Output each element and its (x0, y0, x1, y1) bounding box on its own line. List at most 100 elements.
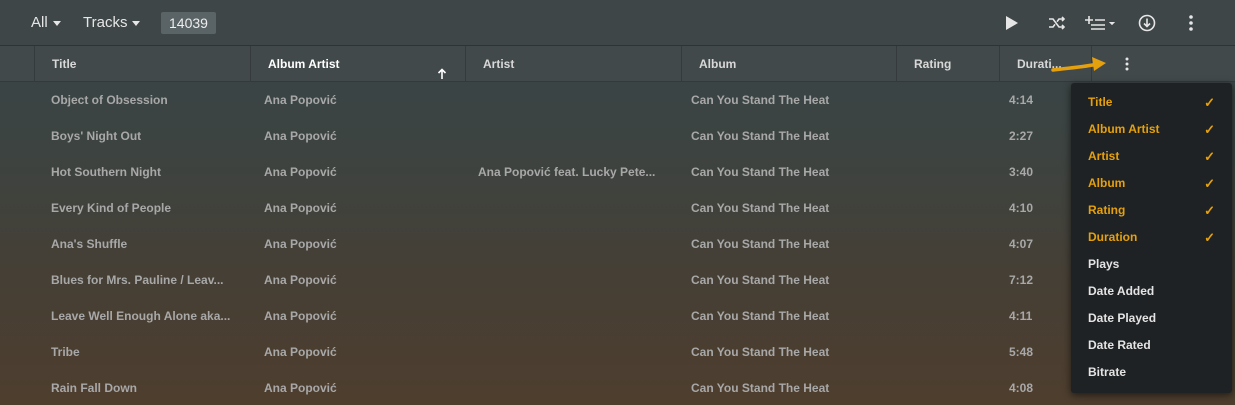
menu-item-plays[interactable]: Plays (1071, 251, 1232, 278)
annotation-arrow (1051, 57, 1106, 72)
menu-item-date-played[interactable]: Date Played (1071, 305, 1232, 332)
filter-label: All (31, 14, 48, 31)
cell-album: Can You Stand The Heat (691, 237, 830, 251)
caret-down-icon (52, 20, 61, 26)
cell-duration: 2:27 (1009, 129, 1034, 143)
menu-item-rating[interactable]: Rating ✓ (1071, 197, 1232, 224)
menu-item-label: Date Rated (1088, 338, 1151, 352)
menu-item-duration[interactable]: Duration ✓ (1071, 224, 1232, 251)
cell-album: Can You Stand The Heat (691, 129, 830, 143)
menu-item-date-rated[interactable]: Date Rated (1071, 332, 1232, 359)
column-header-label: Artist (483, 57, 515, 71)
cell-title: Rain Fall Down (51, 381, 138, 395)
menu-item-album[interactable]: Album ✓ (1071, 170, 1232, 197)
cell-title: Boys' Night Out (51, 129, 142, 143)
cell-duration: 4:10 (1009, 201, 1034, 215)
column-header-label: Title (52, 57, 77, 71)
menu-item-bitrate[interactable]: Bitrate (1071, 359, 1232, 386)
column-options-menu: Title ✓ Album Artist ✓ Artist ✓ Album ✓ … (1071, 83, 1232, 393)
cell-duration: 3:40 (1009, 165, 1034, 179)
menu-item-label: Album Artist (1088, 122, 1160, 136)
cell-album-artist: Ana Popović (264, 273, 337, 287)
menu-item-album-artist[interactable]: Album Artist ✓ (1071, 116, 1232, 143)
check-icon: ✓ (1204, 203, 1215, 218)
column-header-label: Album Artist (268, 57, 340, 71)
cell-album-artist: Ana Popović (264, 237, 337, 251)
menu-item-label: Date Added (1088, 284, 1155, 298)
cell-duration: 7:12 (1009, 273, 1034, 287)
cell-album-artist: Ana Popović (264, 93, 337, 107)
table-row[interactable]: Leave Well Enough Alone aka... Ana Popov… (0, 298, 1235, 334)
more-vertical-icon[interactable] (1179, 11, 1203, 35)
cell-duration: 4:08 (1009, 381, 1034, 395)
table-row[interactable]: Rain Fall Down Ana Popović Can You Stand… (0, 370, 1235, 405)
column-header-artist[interactable]: Artist (465, 46, 681, 82)
play-icon[interactable] (1000, 11, 1024, 35)
menu-item-label: Title (1088, 95, 1113, 109)
cell-album-artist: Ana Popović (264, 129, 337, 143)
table-row[interactable]: Boys' Night Out Ana Popović Can You Stan… (0, 118, 1235, 154)
table-row[interactable]: Blues for Mrs. Pauline / Leav... Ana Pop… (0, 262, 1235, 298)
menu-item-artist[interactable]: Artist ✓ (1071, 143, 1232, 170)
check-icon: ✓ (1204, 176, 1215, 191)
menu-item-label: Bitrate (1088, 365, 1127, 379)
menu-item-label: Date Played (1088, 311, 1157, 325)
column-header-album[interactable]: Album (681, 46, 896, 82)
cell-title: Blues for Mrs. Pauline / Leav... (51, 273, 224, 287)
table-row[interactable]: Every Kind of People Ana Popović Can You… (0, 190, 1235, 226)
menu-item-label: Duration (1088, 230, 1138, 244)
menu-item-label: Artist (1088, 149, 1120, 163)
cell-artist: Ana Popović feat. Lucky Pete... (478, 165, 656, 179)
cell-duration: 5:48 (1009, 345, 1034, 359)
cell-album-artist: Ana Popović (264, 309, 337, 323)
menu-item-title[interactable]: Title ✓ (1071, 89, 1232, 116)
cell-album-artist: Ana Popović (264, 201, 337, 215)
type-dropdown[interactable]: Tracks (83, 14, 141, 31)
cell-album: Can You Stand The Heat (691, 381, 830, 395)
caret-down-icon (132, 20, 141, 26)
cell-title: Ana's Shuffle (51, 237, 128, 251)
menu-item-label: Album (1088, 176, 1126, 190)
cell-title: Every Kind of People (51, 201, 172, 215)
item-count-badge: 14039 (161, 12, 216, 34)
shuffle-icon[interactable] (1045, 11, 1069, 35)
column-header-label: Album (699, 57, 737, 71)
table-row[interactable]: Hot Southern Night Ana Popović Ana Popov… (0, 154, 1235, 190)
check-icon: ✓ (1204, 95, 1215, 110)
cell-album-artist: Ana Popović (264, 381, 337, 395)
cell-title: Hot Southern Night (51, 165, 161, 179)
download-icon[interactable] (1135, 11, 1159, 35)
add-to-queue-icon[interactable] (1084, 11, 1118, 35)
cell-album: Can You Stand The Heat (691, 93, 830, 107)
table-row[interactable]: Object of Obsession Ana Popović Can You … (0, 82, 1235, 118)
column-header-title[interactable]: Title (34, 46, 250, 82)
cell-album: Can You Stand The Heat (691, 201, 830, 215)
cell-duration: 4:14 (1009, 93, 1034, 107)
cell-title: Object of Obsession (51, 93, 168, 107)
column-header-album-artist[interactable]: Album Artist (250, 46, 465, 82)
cell-album-artist: Ana Popović (264, 165, 337, 179)
column-header-rating[interactable]: Rating (896, 46, 999, 82)
table-row[interactable]: Tribe Ana Popović Can You Stand The Heat… (0, 334, 1235, 370)
cell-album: Can You Stand The Heat (691, 273, 830, 287)
cell-album: Can You Stand The Heat (691, 165, 830, 179)
cell-title: Leave Well Enough Alone aka... (51, 309, 231, 323)
type-label: Tracks (83, 14, 128, 31)
check-icon: ✓ (1204, 230, 1215, 245)
cell-duration: 4:11 (1009, 309, 1033, 323)
menu-item-date-added[interactable]: Date Added (1071, 278, 1232, 305)
check-icon: ✓ (1204, 122, 1215, 137)
cell-album-artist: Ana Popović (264, 345, 337, 359)
cell-title: Tribe (51, 345, 80, 359)
menu-item-label: Rating (1088, 203, 1126, 217)
table-row[interactable]: Ana's Shuffle Ana Popović Can You Stand … (0, 226, 1235, 262)
column-options-more-icon[interactable] (1117, 54, 1137, 74)
column-header-label: Rating (914, 57, 952, 71)
toolbar: All Tracks 14039 (0, 0, 1235, 46)
cell-album: Can You Stand The Heat (691, 309, 830, 323)
cell-duration: 4:07 (1009, 237, 1034, 251)
check-icon: ✓ (1204, 149, 1215, 164)
cell-album: Can You Stand The Heat (691, 345, 830, 359)
menu-item-label: Plays (1088, 257, 1120, 271)
filter-dropdown[interactable]: All (31, 14, 61, 31)
